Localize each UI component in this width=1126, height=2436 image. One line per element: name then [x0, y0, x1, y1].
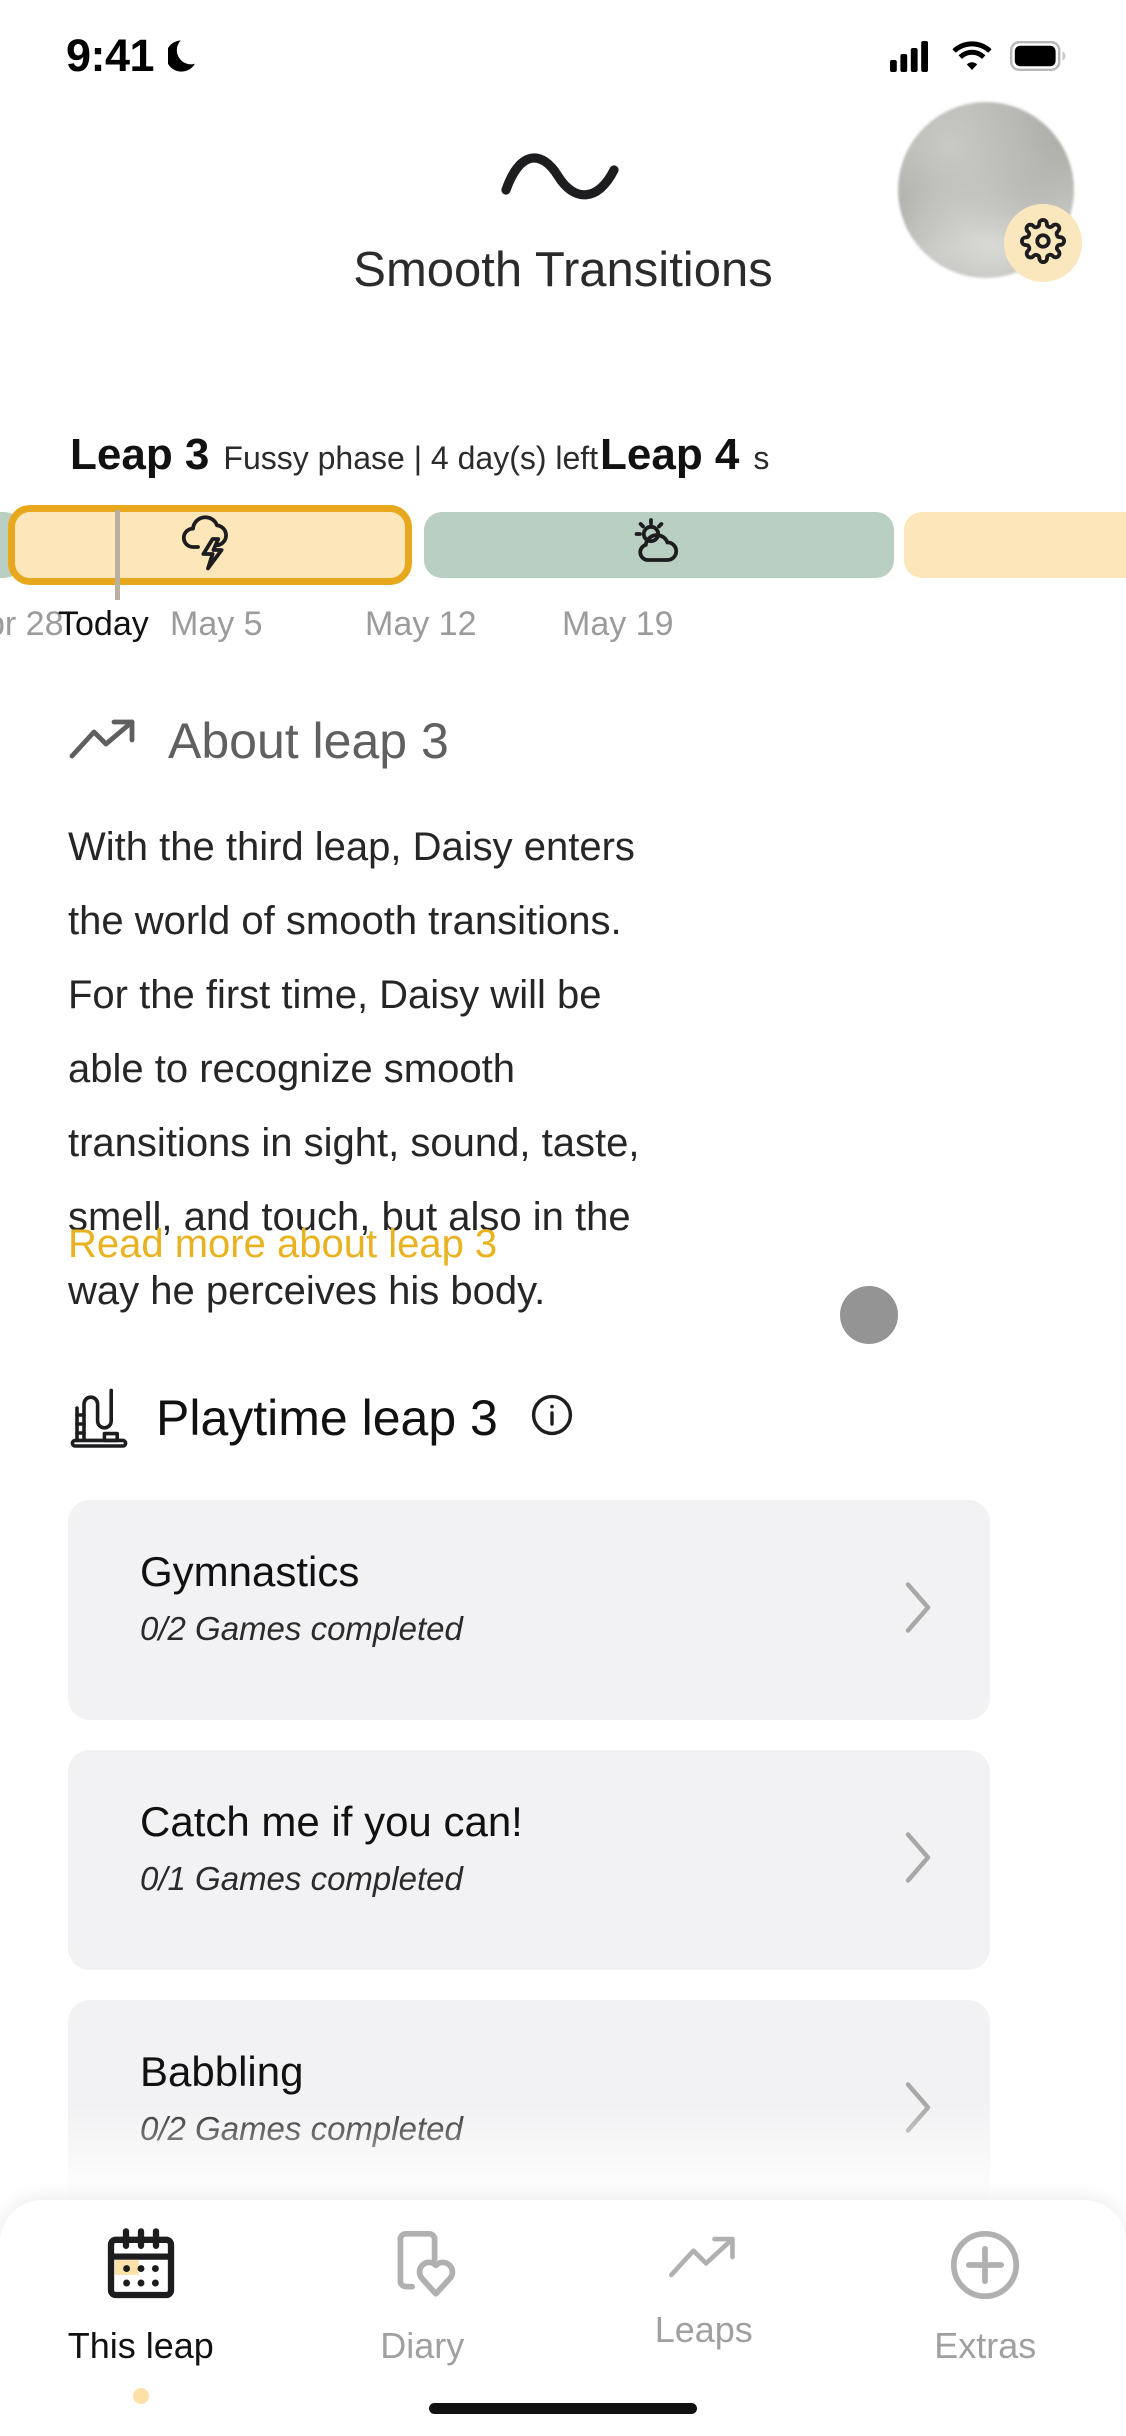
date-tick: pr 28: [0, 605, 64, 643]
phone-heart-icon: [383, 2226, 461, 2309]
date-tick: May 5: [170, 605, 263, 643]
trending-up-icon: [68, 716, 142, 767]
tab-this-leap[interactable]: This leap: [0, 2200, 282, 2436]
about-heading: About leap 3: [168, 713, 449, 769]
card-title: Babbling: [140, 2048, 304, 2095]
read-more-link[interactable]: Read more about leap 3: [68, 1222, 497, 1267]
calendar-icon: [102, 2226, 180, 2309]
home-indicator: [429, 2403, 697, 2414]
status-bar: 9:41: [0, 0, 1126, 112]
chevron-right-icon: [904, 1831, 934, 1890]
sun-behind-cloud-icon: [628, 517, 690, 574]
leap-timeline[interactable]: [0, 500, 1126, 600]
gear-icon: [1020, 217, 1066, 269]
tab-label: Extras: [934, 2325, 1037, 2366]
info-circle-icon[interactable]: [530, 1393, 574, 1442]
moon-icon: [168, 37, 202, 75]
timeline-segment-current-fussy[interactable]: [8, 505, 412, 600]
active-tab-indicator: [132, 2388, 149, 2404]
card-title: Gymnastics: [140, 1548, 360, 1595]
trending-up-icon: [665, 2226, 743, 2293]
playtime-card[interactable]: Gymnastics 0/2 Games completed: [68, 1500, 990, 1720]
tab-label: Leaps: [654, 2309, 753, 2350]
tab-leaps[interactable]: Leaps: [563, 2200, 845, 2436]
status-time: 9:41: [66, 30, 155, 81]
timeline-date-ticks: pr 28 Today May 5 May 12 May 19: [0, 605, 1126, 659]
tab-diary[interactable]: Diary: [282, 2200, 564, 2436]
tab-label: Diary: [380, 2325, 465, 2366]
today-marker-line: [115, 510, 120, 600]
date-tick-today: Today: [58, 605, 149, 643]
profile-avatar-button[interactable]: [898, 102, 1082, 282]
leap-phase-detail: Fussy phase | 4 day(s) left: [223, 440, 599, 476]
date-tick: May 19: [562, 605, 674, 643]
leap-number: Leap 4: [600, 430, 740, 479]
battery-icon: [1010, 41, 1066, 71]
placeholder-circle: [840, 1286, 898, 1344]
storm-cloud-icon: [177, 512, 243, 579]
bottom-tab-bar: This leap Diary Leaps Extras: [0, 2200, 1126, 2436]
playtime-card[interactable]: Catch me if you can! 0/1 Games completed: [68, 1750, 990, 1970]
leap-label-current: Leap 3 Fussy phase | 4 day(s) left: [70, 430, 598, 480]
playtime-heading: Playtime leap 3: [156, 1389, 498, 1446]
timeline-segment-next-fussy[interactable]: [904, 512, 1126, 578]
about-section-header: About leap 3: [68, 712, 449, 770]
status-bar-right: [890, 40, 1066, 72]
settings-button[interactable]: [1004, 204, 1082, 282]
card-subtitle: 0/2 Games completed: [140, 1610, 463, 1647]
wifi-icon: [950, 40, 994, 72]
app-header: Smooth Transitions: [0, 102, 1126, 402]
status-bar-left: 9:41: [66, 30, 202, 82]
wave-icon: [498, 142, 628, 217]
card-subtitle: 0/1 Games completed: [140, 1860, 463, 1897]
plus-circle-icon: [946, 2226, 1024, 2309]
leap-phase-detail: s: [753, 440, 770, 476]
playground-slide-icon: [68, 1382, 130, 1453]
tab-label: This leap: [67, 2325, 214, 2366]
cellular-signal-icon: [890, 40, 934, 72]
date-tick: May 12: [365, 605, 477, 643]
leap-number: Leap 3: [70, 430, 210, 479]
tab-extras[interactable]: Extras: [845, 2200, 1126, 2436]
chevron-right-icon: [904, 1581, 934, 1640]
leap-label-next: Leap 4 s: [600, 430, 769, 480]
timeline-segment-sunny[interactable]: [424, 512, 894, 578]
playtime-section-header: Playtime leap 3: [68, 1382, 574, 1453]
leap-label-row: Leap 3 Fussy phase | 4 day(s) left Leap …: [0, 430, 1126, 500]
card-title: Catch me if you can!: [140, 1798, 523, 1845]
app-screen: 9:41 Smooth Transitions Leap 3 Fussy pha…: [0, 0, 1126, 2436]
